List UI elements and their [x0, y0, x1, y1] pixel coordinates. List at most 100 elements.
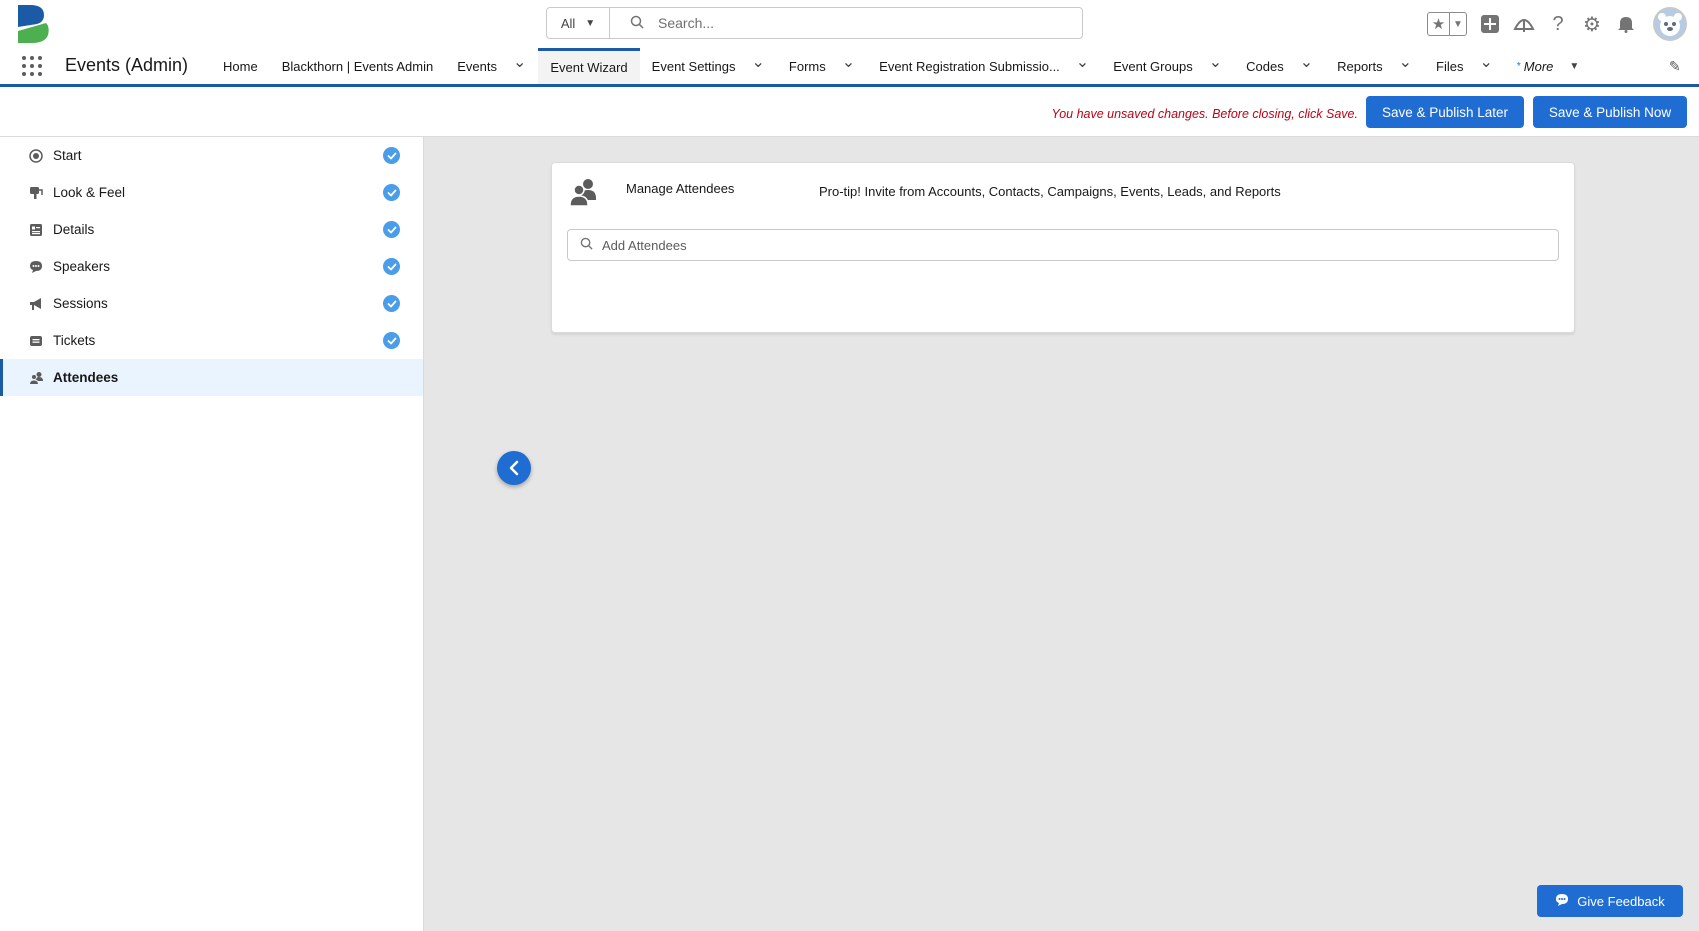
trailhead-icon[interactable]: [1513, 13, 1535, 35]
chevron-down-icon[interactable]: ⌄: [1209, 55, 1222, 71]
gear-icon[interactable]: ⚙: [1581, 13, 1603, 36]
tab-home[interactable]: Home: [211, 48, 270, 84]
tab-codes[interactable]: Codes ⌄: [1234, 48, 1325, 84]
wizard-steps-sidebar: Start Look & Feel Details Speakers Sessions T…: [0, 137, 424, 931]
tab-more[interactable]: * More ▼: [1505, 48, 1591, 84]
check-circle-icon: [383, 332, 400, 349]
megaphone-icon: [28, 296, 44, 312]
bell-icon[interactable]: [1615, 13, 1637, 35]
avatar[interactable]: [1653, 7, 1687, 41]
save-publish-now-button[interactable]: Save & Publish Now: [1533, 96, 1687, 128]
tab-events[interactable]: Events ⌄: [445, 48, 538, 84]
search-placeholder: Search...: [658, 15, 715, 31]
give-feedback-button[interactable]: Give Feedback: [1537, 885, 1683, 917]
search-icon: [580, 237, 593, 253]
tab-label: Reports: [1337, 58, 1383, 74]
edit-nav-icon[interactable]: ✎: [1669, 58, 1685, 74]
tab-files[interactable]: Files ⌄: [1424, 48, 1505, 84]
unsaved-changes-message: You have unsaved changes. Before closing…: [1051, 107, 1358, 121]
give-feedback-label: Give Feedback: [1577, 893, 1665, 909]
caret-down-icon[interactable]: ▼: [1569, 61, 1579, 72]
nav-tabs: Home Blackthorn | Events Admin Events ⌄ Even…: [211, 48, 1591, 84]
wizard-step-tickets[interactable]: Tickets: [0, 322, 423, 359]
pro-tip-text: Pro-tip! Invite from Accounts, Contacts,…: [819, 184, 1281, 199]
manage-attendees-card: Manage Attendees Pro-tip! Invite from Ac…: [551, 162, 1575, 333]
add-attendees-input[interactable]: Add Attendees: [567, 229, 1559, 261]
favorites-button-group[interactable]: ★ ▼: [1427, 12, 1467, 36]
search-scope-select[interactable]: All ▼: [547, 8, 610, 38]
step-label: Sessions: [53, 296, 108, 311]
add-icon[interactable]: [1479, 13, 1501, 35]
target-icon: [28, 148, 44, 164]
tab-reports[interactable]: Reports ⌄: [1325, 48, 1424, 84]
add-attendees-placeholder: Add Attendees: [602, 237, 687, 253]
tab-event-wizard[interactable]: Event Wizard: [538, 48, 640, 84]
tab-event-settings[interactable]: Event Settings ⌄: [640, 48, 777, 84]
main-content: Manage Attendees Pro-tip! Invite from Ac…: [424, 137, 1699, 931]
chevron-down-icon: ▼: [585, 17, 596, 29]
app-name: Events (Admin): [65, 55, 189, 75]
help-icon[interactable]: ?: [1547, 13, 1569, 35]
step-label: Look & Feel: [53, 185, 126, 200]
tab-label: Event Wizard: [550, 60, 628, 75]
unsaved-marker: *: [1516, 60, 1521, 72]
star-icon[interactable]: ★: [1428, 13, 1449, 35]
app-launcher-icon[interactable]: [22, 56, 42, 76]
check-circle-icon: [383, 147, 400, 164]
chevron-down-icon[interactable]: ⌄: [1300, 55, 1313, 71]
step-label: Tickets: [53, 333, 96, 348]
chevron-down-icon[interactable]: ⌄: [1076, 55, 1089, 71]
tab-label: Codes: [1246, 58, 1284, 74]
chevron-down-icon[interactable]: ▼: [1449, 13, 1466, 35]
tab-label: Event Groups: [1113, 58, 1193, 74]
chevron-down-icon[interactable]: ⌄: [1399, 55, 1412, 71]
chevron-left-icon: [509, 460, 519, 476]
people-icon: [568, 176, 600, 208]
paint-icon: [28, 185, 44, 201]
wizard-step-sessions[interactable]: Sessions: [0, 285, 423, 322]
wizard-step-speakers[interactable]: Speakers: [0, 248, 423, 285]
tab-label: Files: [1436, 58, 1464, 74]
step-label: Speakers: [53, 259, 111, 274]
save-publish-later-button[interactable]: Save & Publish Later: [1366, 96, 1524, 128]
tab-label: Event Registration Submissio...: [879, 58, 1060, 74]
check-circle-icon: [383, 184, 400, 201]
wizard-action-bar: You have unsaved changes. Before closing…: [0, 87, 1699, 137]
blackthorn-logo[interactable]: [16, 3, 50, 45]
details-icon: [28, 222, 44, 238]
tab-label: Events: [457, 58, 497, 74]
global-header: All ▼ Search... ★ ▼ ? ⚙: [0, 0, 1699, 48]
wizard-step-details[interactable]: Details: [0, 211, 423, 248]
tab-forms[interactable]: Forms ⌄: [777, 48, 867, 84]
chevron-down-icon[interactable]: ⌄: [842, 55, 855, 71]
global-search[interactable]: All ▼ Search...: [546, 7, 1083, 39]
app-navigation-bar: Events (Admin) Home Blackthorn | Events A…: [0, 48, 1699, 87]
card-title: Manage Attendees: [626, 181, 735, 196]
step-label: Details: [53, 222, 95, 237]
ticket-icon: [28, 333, 44, 349]
wizard-step-attendees[interactable]: Attendees: [0, 359, 423, 396]
chat-icon: [28, 259, 44, 275]
check-circle-icon: [383, 295, 400, 312]
step-label: Start: [53, 148, 82, 163]
step-label: Attendees: [53, 370, 119, 385]
chevron-down-icon[interactable]: ⌄: [1479, 55, 1492, 71]
previous-step-button[interactable]: [497, 451, 531, 485]
wizard-step-start[interactable]: Start: [0, 137, 423, 174]
tab-label: Blackthorn | Events Admin: [281, 58, 434, 74]
tab-label: Forms: [788, 58, 826, 74]
search-scope-label: All: [560, 15, 576, 31]
tab-blackthorn-events-admin[interactable]: Blackthorn | Events Admin: [270, 48, 446, 84]
tab-event-groups[interactable]: Event Groups ⌄: [1101, 48, 1234, 84]
search-icon: [630, 15, 644, 32]
chevron-down-icon[interactable]: ⌄: [752, 55, 765, 71]
search-input[interactable]: Search...: [610, 15, 1082, 32]
header-utility-icons: ★ ▼ ? ⚙: [1427, 6, 1687, 42]
people-icon: [28, 370, 44, 386]
wizard-step-look-feel[interactable]: Look & Feel: [0, 174, 423, 211]
chevron-down-icon[interactable]: ⌄: [513, 55, 526, 71]
check-circle-icon: [383, 221, 400, 238]
check-circle-icon: [383, 258, 400, 275]
feedback-chat-icon: [1555, 893, 1569, 910]
tab-event-registration-submissio[interactable]: Event Registration Submissio... ⌄: [867, 48, 1101, 84]
